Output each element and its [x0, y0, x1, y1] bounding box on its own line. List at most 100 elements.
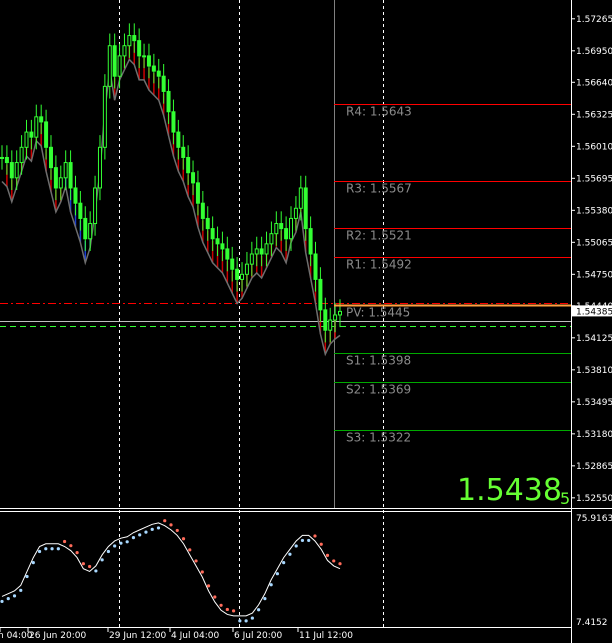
- oscillator-dot: [219, 603, 223, 607]
- candle-body: [171, 111, 176, 133]
- oscillator-dot: [144, 530, 148, 534]
- candle-body: [249, 253, 254, 265]
- pivot-label-s1: S1: 1.5398: [346, 354, 411, 368]
- candle-body: [333, 314, 338, 321]
- candle-body: [122, 45, 127, 57]
- price-tick-label: 1.55065: [576, 238, 612, 248]
- candle-body: [244, 263, 249, 275]
- price-tick-label: 1.53495: [576, 398, 612, 408]
- oscillator-dot: [106, 549, 111, 554]
- candle-body: [156, 70, 161, 77]
- oscillator-dot: [319, 542, 323, 546]
- price-tick-label: 1.52550: [576, 494, 612, 504]
- oscillator-dot: [169, 523, 173, 527]
- candle-body: [269, 233, 274, 245]
- candle-body: [328, 319, 333, 331]
- pivot-label-pv: PV: 1.5445: [346, 306, 410, 320]
- oscillator-dot: [50, 547, 54, 551]
- candle-body: [254, 248, 259, 255]
- candle-body: [83, 217, 88, 240]
- oscillator-dot: [175, 528, 179, 533]
- time-tick-label: n 04:00: [0, 631, 33, 641]
- candle-body: [44, 121, 49, 148]
- candle-body: [73, 187, 78, 204]
- oscillator-dot: [282, 561, 286, 565]
- pivot-label-s3: S3: 1.5322: [346, 431, 411, 445]
- oscillator-dot: [257, 608, 261, 612]
- oscillator-dot: [125, 540, 129, 544]
- candle-body: [191, 172, 196, 184]
- oscillator-dot: [238, 619, 242, 623]
- oscillator-dot: [313, 534, 317, 538]
- oscillator-dot: [94, 569, 98, 573]
- candle-body: [102, 85, 107, 148]
- oscillator-dot: [31, 561, 35, 565]
- candle-body: [293, 207, 298, 219]
- oscillator-dot: [6, 597, 10, 601]
- pivot-label-r2: R2: 1.5521: [346, 229, 412, 243]
- oscillator-dot: [307, 538, 311, 543]
- price-tick-label: 1.54750: [576, 270, 612, 280]
- candle-body: [166, 90, 171, 113]
- candle-body: [318, 278, 323, 311]
- candle-body: [132, 35, 137, 42]
- time-tick-label: 6 Jul 20:00: [234, 631, 283, 641]
- candle-body: [274, 223, 279, 235]
- candle-body: [235, 268, 240, 280]
- candle-body: [298, 187, 303, 209]
- candle-body: [14, 162, 19, 179]
- time-axis: n 04:0026 Jun 20:00 29 Jun 12:00 4 Jul 04:…: [0, 627, 353, 641]
- oscillator-dot: [0, 599, 4, 604]
- oscillator-dot: [19, 588, 23, 592]
- oscillator-dot: [200, 570, 204, 574]
- candle-body: [230, 258, 235, 270]
- band-edge: [1, 58, 341, 357]
- oscillator-dot: [181, 537, 186, 541]
- price-tick-label: 1.54125: [576, 334, 612, 344]
- candle-body: [78, 202, 83, 219]
- pivot-label-r1: R1: 1.5492: [346, 258, 412, 272]
- price-tick-label: 1.55695: [576, 174, 612, 184]
- candle-body: [24, 131, 29, 148]
- candle-body: [34, 116, 39, 138]
- candle-body: [137, 40, 142, 57]
- candle-body: [9, 162, 14, 179]
- candle-body: [200, 202, 205, 219]
- candle-body: [53, 167, 58, 189]
- candle-body: [63, 162, 68, 179]
- oscillator-dot: [300, 538, 305, 543]
- candle-body: [151, 65, 156, 72]
- candle-body: [225, 248, 230, 260]
- oscillator-dot: [37, 549, 42, 554]
- candle-body: [146, 55, 151, 67]
- oscillator-line: [1, 522, 341, 617]
- oscillator-dot: [163, 519, 167, 523]
- price-tick-label: 1.53810: [576, 366, 612, 376]
- oscillator-dot: [138, 533, 142, 537]
- oscillator-dot: [244, 619, 248, 623]
- price-tick-label: 1.56640: [576, 78, 612, 88]
- oscillator-dot: [25, 574, 29, 579]
- oscillator-dot: [288, 552, 292, 556]
- candle-body: [303, 187, 308, 230]
- price-tick-label: 1.52865: [576, 462, 612, 472]
- candle-body: [279, 223, 284, 230]
- time-tick-label: 11 Jul 12:00: [299, 631, 353, 641]
- candle-body: [284, 228, 289, 240]
- chart-canvas[interactable]: R4: 1.5643 R3: 1.5567 R2: 1.5521 R1: 1.5492…: [0, 0, 612, 643]
- price-tick-label: 1.55380: [576, 206, 612, 216]
- candle-body: [176, 131, 181, 148]
- price-tick-label: 1.53180: [576, 430, 612, 440]
- candle-body: [181, 146, 186, 158]
- oscillator-dot: [62, 539, 67, 544]
- candle-body: [264, 243, 269, 255]
- oscillator-dot: [338, 562, 342, 566]
- oscillator-panel: 75.9163 7.4152: [0, 514, 612, 628]
- oscillator-dot: [231, 609, 236, 613]
- oscillator-dot: [81, 562, 85, 566]
- candle-body: [215, 238, 220, 245]
- candle-body: [323, 309, 328, 331]
- oscillator-dot: [44, 547, 48, 551]
- price-axis: 1.57265 1.56950 1.56640 1.56325 1.56010 1.556…: [571, 15, 612, 504]
- candle-body: [58, 177, 63, 189]
